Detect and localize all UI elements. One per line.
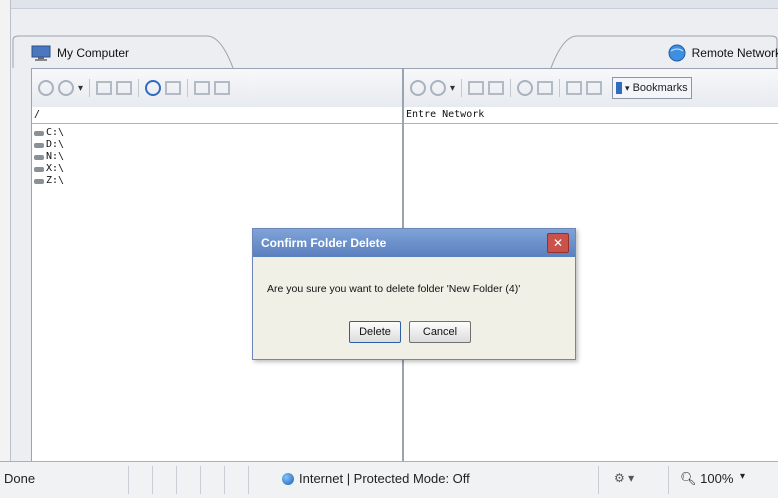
window-top-band	[11, 0, 778, 9]
zone-text: Internet | Protected Mode: Off	[299, 471, 470, 486]
delete-icon[interactable]	[214, 81, 231, 95]
bookmarks-label: Bookmarks	[632, 82, 688, 94]
rename-icon[interactable]	[165, 81, 182, 95]
tab-label-remote-network: Remote Network	[691, 46, 778, 60]
drive-icon	[34, 154, 44, 160]
status-divider	[128, 466, 129, 494]
drive-icon	[34, 166, 44, 172]
status-divider	[248, 466, 249, 494]
drive-item[interactable]: Z:\	[34, 175, 64, 187]
forward-icon[interactable]	[430, 80, 446, 96]
protected-mode-icon[interactable]: ⚙ ▾	[614, 471, 634, 485]
bookmarks-dropdown-icon: ▾	[625, 82, 630, 93]
new-folder-icon[interactable]	[488, 81, 505, 95]
up-folder-icon[interactable]	[468, 81, 485, 95]
back-icon[interactable]	[410, 80, 426, 96]
local-toolbar: ▾	[32, 69, 402, 108]
zoom-magnifier-icon: 🔍︎	[680, 471, 697, 486]
rename-icon[interactable]	[537, 81, 554, 95]
network-globe-icon	[668, 44, 686, 62]
toolbar-separator	[187, 79, 189, 97]
new-folder-icon[interactable]	[116, 81, 133, 95]
zoom-dropdown-icon[interactable]: ▾	[740, 471, 745, 482]
tab-remote-network[interactable]: Remote Network	[571, 40, 778, 66]
dialog-title: Confirm Folder Delete	[253, 229, 575, 257]
browser-status-bar: Done Internet | Protected Mode: Off ⚙ ▾ …	[0, 461, 778, 498]
history-dropdown-icon[interactable]: ▾	[450, 83, 455, 94]
delete-icon[interactable]	[586, 81, 603, 95]
forward-icon[interactable]	[58, 80, 74, 96]
drive-item[interactable]: X:\	[34, 163, 64, 175]
status-text: Done	[4, 471, 36, 486]
dialog-message: Are you sure you want to delete folder '…	[267, 283, 521, 295]
history-dropdown-icon[interactable]: ▾	[78, 83, 83, 94]
security-zone[interactable]: Internet | Protected Mode: Off	[282, 471, 470, 486]
cancel-button[interactable]: Cancel	[409, 321, 471, 343]
remote-toolbar: ▾ ▾ Bookmarks	[404, 69, 778, 108]
drive-label: X:\	[46, 163, 65, 174]
monitor-icon	[31, 45, 51, 61]
internet-globe-icon	[282, 472, 294, 485]
drive-icon	[34, 142, 44, 148]
up-folder-icon[interactable]	[96, 81, 113, 95]
drive-item[interactable]: C:\	[34, 127, 64, 139]
toolbar-separator	[559, 79, 561, 97]
status-divider	[200, 466, 201, 494]
confirm-delete-dialog: Confirm Folder Delete ✕ Are you sure you…	[252, 228, 576, 360]
delete-button[interactable]: Delete	[349, 321, 401, 343]
bookmarks-button[interactable]: ▾ Bookmarks	[612, 77, 692, 99]
status-divider	[598, 466, 599, 494]
bookmark-icon	[616, 82, 623, 94]
close-icon[interactable]: ✕	[547, 233, 569, 253]
drive-icon	[34, 178, 44, 184]
tab-my-computer[interactable]: My Computer	[31, 40, 251, 66]
local-drive-list: C:\ D:\ N:\ X:\ Z:\	[34, 127, 64, 187]
transfer-icon[interactable]	[566, 81, 583, 95]
drive-label: N:\	[46, 151, 65, 162]
drive-item[interactable]: D:\	[34, 139, 64, 151]
status-divider	[176, 466, 177, 494]
toolbar-separator	[89, 79, 91, 97]
back-icon[interactable]	[38, 80, 54, 96]
toolbar-separator	[461, 79, 463, 97]
toolbar-separator	[510, 79, 512, 97]
drive-label: Z:\	[46, 175, 65, 186]
status-divider	[152, 466, 153, 494]
remote-path-field[interactable]: Entre Network	[404, 107, 778, 124]
refresh-icon[interactable]	[145, 80, 162, 96]
drive-item[interactable]: N:\	[34, 151, 64, 163]
local-path-field[interactable]: /	[32, 107, 402, 124]
drive-label: D:\	[46, 139, 65, 150]
zoom-value: 100%	[700, 471, 734, 486]
status-divider	[224, 466, 225, 494]
tab-label-my-computer: My Computer	[57, 46, 130, 60]
transfer-icon[interactable]	[194, 81, 211, 95]
drive-icon	[34, 130, 44, 136]
status-divider	[668, 466, 669, 494]
toolbar-separator	[138, 79, 140, 97]
refresh-icon[interactable]	[517, 80, 534, 96]
drive-label: C:\	[46, 127, 65, 138]
zoom-level[interactable]: 🔍︎ 100%	[680, 471, 733, 487]
